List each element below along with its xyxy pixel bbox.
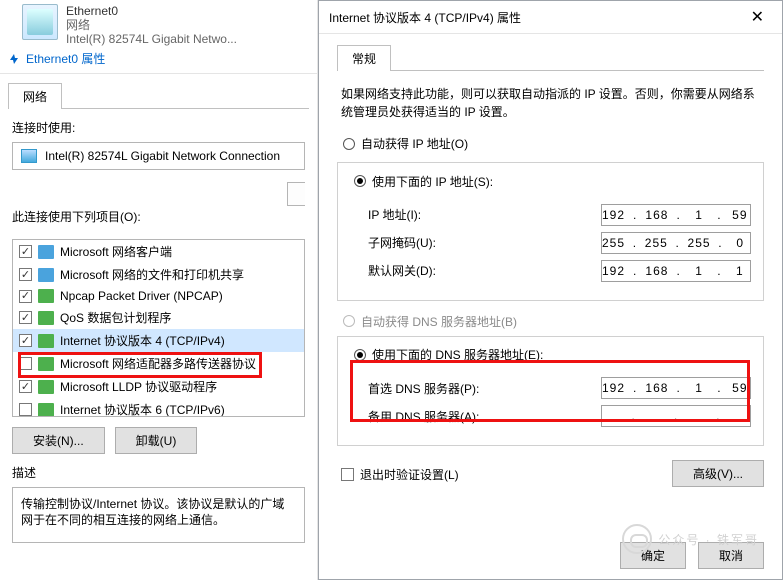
mask-field: 子网掩码(U): 255.255.255.0 (350, 232, 751, 254)
checkbox-icon[interactable] (19, 380, 32, 393)
radio-icon[interactable] (354, 349, 366, 361)
checkbox-icon[interactable] (19, 334, 32, 347)
radio-use-ip-row[interactable]: 使用下面的 IP 地址(S): (350, 173, 497, 190)
radio-use-dns-row[interactable]: 使用下面的 DNS 服务器地址(E): (350, 346, 547, 363)
pin-icon (8, 53, 20, 65)
radio-use-dns-label: 使用下面的 DNS 服务器地址(E): (372, 346, 543, 363)
breadcrumb-text: Ethernet0 属性 (26, 50, 105, 67)
ip-label: IP 地址(I): (368, 206, 421, 223)
ip-input[interactable]: 192.168.1.59 (601, 204, 751, 226)
protocol-icon (38, 311, 54, 325)
list-item-label: Microsoft 网络适配器多路传送器协议 (60, 355, 256, 372)
validate-label: 退出时验证设置(L) (360, 466, 459, 483)
cancel-button[interactable]: 取消 (698, 542, 764, 569)
ip-field: IP 地址(I): 192.168.1.59 (350, 204, 751, 226)
list-item[interactable]: Microsoft 网络客户端 (13, 240, 304, 263)
checkbox-icon[interactable] (19, 311, 32, 324)
gateway-label: 默认网关(D): (368, 262, 436, 279)
checkbox-icon[interactable] (19, 357, 32, 370)
close-icon[interactable]: ✕ (743, 7, 772, 27)
radio-auto-dns-label: 自动获得 DNS 服务器地址(B) (361, 313, 517, 330)
list-item[interactable]: Npcap Packet Driver (NPCAP) (13, 286, 304, 306)
list-item-label: QoS 数据包计划程序 (60, 309, 171, 326)
list-item-label: Internet 协议版本 4 (TCP/IPv4) (60, 332, 225, 349)
radio-icon (343, 315, 355, 327)
list-item-ipv4[interactable]: Internet 协议版本 4 (TCP/IPv4) (13, 329, 304, 352)
checkbox-icon[interactable] (19, 245, 32, 258)
list-item[interactable]: Microsoft LLDP 协议驱动程序 (13, 375, 304, 398)
adapter-model: Intel(R) 82574L Gigabit Netwo... (66, 32, 237, 46)
ip-group: 使用下面的 IP 地址(S): IP 地址(I): 192.168.1.59 子… (337, 162, 764, 301)
connect-using-label: 连接时使用: (12, 119, 305, 136)
adapter-header-text: Ethernet0 网络 Intel(R) 82574L Gigabit Net… (66, 2, 237, 46)
nic-small-icon (21, 149, 37, 163)
uninstall-button[interactable]: 卸载(U) (115, 427, 198, 454)
dialog-titlebar[interactable]: Internet 协议版本 4 (TCP/IPv4) 属性 ✕ (319, 1, 782, 34)
radio-icon[interactable] (354, 175, 366, 187)
dns-primary-label: 首选 DNS 服务器(P): (368, 380, 479, 397)
checkbox-icon[interactable] (19, 268, 32, 281)
protocol-icon (38, 289, 54, 303)
tab-general[interactable]: 常规 (337, 45, 391, 71)
mask-label: 子网掩码(U): (368, 234, 436, 251)
radio-auto-ip-label: 自动获得 IP 地址(O) (361, 135, 468, 152)
protocol-icon (38, 245, 54, 259)
tab-network[interactable]: 网络 (8, 83, 62, 109)
gateway-field: 默认网关(D): 192.168.1.1 (350, 260, 751, 282)
dialog-title: Internet 协议版本 4 (TCP/IPv4) 属性 (329, 9, 521, 26)
radio-auto-dns-row: 自动获得 DNS 服务器地址(B) (343, 313, 758, 330)
install-button[interactable]: 安装(N)... (12, 427, 105, 454)
list-item[interactable]: QoS 数据包计划程序 (13, 306, 304, 329)
list-item-label: Microsoft 网络客户端 (60, 243, 172, 260)
protocol-icon (38, 380, 54, 394)
radio-use-ip-label: 使用下面的 IP 地址(S): (372, 173, 493, 190)
dialog-footer: 确定 取消 (620, 542, 764, 569)
adapter-select-box: Intel(R) 82574L Gigabit Network Connecti… (12, 142, 305, 170)
network-adapter-icon (22, 4, 58, 40)
list-item[interactable]: Internet 协议版本 6 (TCP/IPv6) (13, 398, 304, 417)
dns-primary-field: 首选 DNS 服务器(P): 192.168.1.59 (350, 377, 751, 399)
list-item[interactable]: Microsoft 网络的文件和打印机共享 (13, 263, 304, 286)
protocol-icon (38, 357, 54, 371)
dns-secondary-field: 备用 DNS 服务器(A): ... (350, 405, 751, 427)
protocol-icon (38, 268, 54, 282)
checkbox-icon[interactable] (341, 468, 354, 481)
items-label: 此连接使用下列项目(O): (12, 208, 305, 225)
validate-on-exit-row[interactable]: 退出时验证设置(L) (341, 466, 459, 483)
radio-auto-ip-row[interactable]: 自动获得 IP 地址(O) (343, 135, 758, 152)
list-item-label: Microsoft LLDP 协议驱动程序 (60, 378, 217, 395)
ipv4-properties-dialog: Internet 协议版本 4 (TCP/IPv4) 属性 ✕ 常规 如果网络支… (318, 0, 783, 580)
adapter-properties-window: Ethernet0 网络 Intel(R) 82574L Gigabit Net… (0, 0, 318, 580)
protocol-icon (38, 403, 54, 417)
gateway-input[interactable]: 192.168.1.1 (601, 260, 751, 282)
checkbox-icon[interactable] (19, 290, 32, 303)
mask-input[interactable]: 255.255.255.0 (601, 232, 751, 254)
ok-button[interactable]: 确定 (620, 542, 686, 569)
info-text: 如果网络支持此功能，则可以获取自动指派的 IP 设置。否则，你需要从网络系统管理… (337, 71, 764, 127)
dns-secondary-label: 备用 DNS 服务器(A): (368, 408, 479, 425)
adapter-name: Ethernet0 (66, 4, 237, 18)
advanced-button[interactable]: 高级(V)... (672, 460, 764, 487)
adapter-full-name: Intel(R) 82574L Gigabit Network Connecti… (45, 149, 280, 163)
protocol-items-list[interactable]: Microsoft 网络客户端 Microsoft 网络的文件和打印机共享 Np… (12, 239, 305, 417)
adapter-header: Ethernet0 网络 Intel(R) 82574L Gigabit Net… (0, 0, 317, 44)
radio-icon[interactable] (343, 138, 355, 150)
dns-secondary-input[interactable]: ... (601, 405, 751, 427)
list-item[interactable]: Microsoft 网络适配器多路传送器协议 (13, 352, 304, 375)
dialog-tabs: 常规 (337, 44, 764, 71)
list-item-label: Microsoft 网络的文件和打印机共享 (60, 266, 244, 283)
description-text: 传输控制协议/Internet 协议。该协议是默认的广域网于在不同的相互连接的网… (12, 487, 305, 543)
checkbox-icon[interactable] (19, 403, 32, 416)
configure-button-cut[interactable] (287, 182, 305, 206)
protocol-icon (38, 334, 54, 348)
list-item-label: Internet 协议版本 6 (TCP/IPv6) (60, 401, 225, 417)
dns-group: 使用下面的 DNS 服务器地址(E): 首选 DNS 服务器(P): 192.1… (337, 336, 764, 447)
dns-primary-input[interactable]: 192.168.1.59 (601, 377, 751, 399)
description-title: 描述 (12, 464, 305, 481)
list-item-label: Npcap Packet Driver (NPCAP) (60, 289, 223, 303)
left-tabs: 网络 (8, 82, 309, 109)
adapter-sub: 网络 (66, 18, 237, 32)
breadcrumb: Ethernet0 属性 (0, 44, 317, 74)
